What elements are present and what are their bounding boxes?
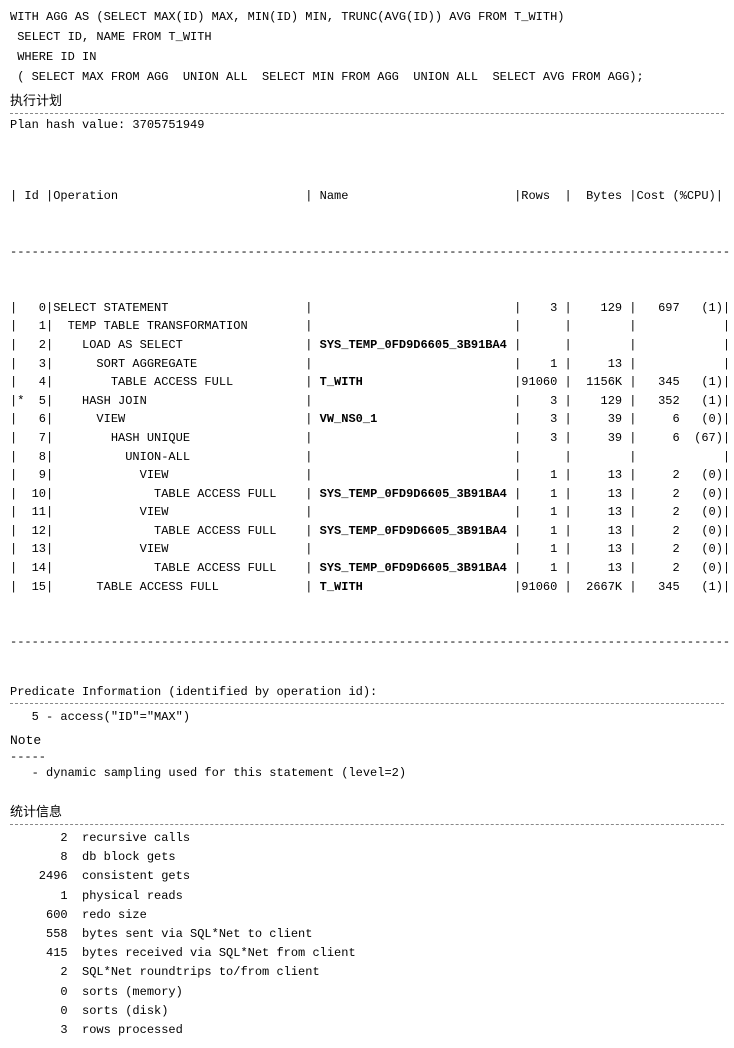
sql-code: WITH AGG AS (SELECT MAX(ID) MAX, MIN(ID)… [10,8,724,86]
table-row: | 7| HASH UNIQUE | | 3 | 39 | 6 (67)| [10,429,724,448]
table-row: | 10| TABLE ACCESS FULL | SYS_TEMP_0FD9D… [10,485,724,504]
divider-3 [10,824,724,825]
predicate-content: 5 - access("ID"="MAX") [10,708,724,727]
list-item: 2 SQL*Net roundtrips to/from client [10,963,724,982]
table-row: | 9| VIEW | | 1 | 13 | 2 (0)| [10,466,724,485]
table-row: | 4| TABLE ACCESS FULL | T_WITH |91060 |… [10,373,724,392]
list-item: 600 redo size [10,906,724,925]
table-row: | 6| VIEW | VW_NS0_1 | 3 | 39 | 6 (0)| [10,410,724,429]
plan-sep-bottom: ----------------------------------------… [10,633,724,652]
list-item: 8 db block gets [10,848,724,867]
note-content: - dynamic sampling used for this stateme… [10,764,724,783]
sql-line1: WITH AGG AS (SELECT MAX(ID) MAX, MIN(ID)… [10,8,724,26]
stats-items: 2 recursive calls 8 db block gets 2496 c… [10,829,724,1040]
list-item: 0 sorts (disk) [10,1002,724,1021]
note-dashes: ----- [10,750,724,764]
table-row: |* 5| HASH JOIN | | 3 | 129 | 352 (1)| [10,392,724,411]
table-row: | 0|SELECT STATEMENT | | 3 | 129 | 697 (… [10,299,724,318]
table-row: | 3| SORT AGGREGATE | | 1 | 13 | | [10,355,724,374]
plan-header: | Id |Operation | Name |Rows | Bytes |Co… [10,187,724,206]
table-row: | 2| LOAD AS SELECT | SYS_TEMP_0FD9D6605… [10,336,724,355]
plan-hash: Plan hash value: 3705751949 [10,118,724,132]
list-item: 1 physical reads [10,887,724,906]
list-item: 0 sorts (memory) [10,983,724,1002]
plan-sep-top: ----------------------------------------… [10,243,724,262]
table-row: | 8| UNION-ALL | | | | | [10,448,724,467]
list-item: 415 bytes received via SQL*Net from clie… [10,944,724,963]
table-row: | 15| TABLE ACCESS FULL | T_WITH |91060 … [10,578,724,597]
list-item: 558 bytes sent via SQL*Net to client [10,925,724,944]
table-row: | 13| VIEW | | 1 | 13 | 2 (0)| [10,540,724,559]
predicate-title: Predicate Information (identified by ope… [10,685,724,699]
list-item: 3 rows processed [10,1021,724,1040]
table-row: | 1| TEMP TABLE TRANSFORMATION | | | | | [10,317,724,336]
list-item: 2496 consistent gets [10,867,724,886]
sql-line2: SELECT ID, NAME FROM T_WITH [10,28,724,46]
sql-line3: WHERE ID IN [10,48,724,66]
table-row: | 11| VIEW | | 1 | 13 | 2 (0)| [10,503,724,522]
note-title: Note [10,733,724,748]
sql-line4: ( SELECT MAX FROM AGG UNION ALL SELECT M… [10,68,724,86]
divider-1 [10,113,724,114]
exec-title: 执行计划 [10,90,724,109]
list-item: 2 recursive calls [10,829,724,848]
table-row: | 14| TABLE ACCESS FULL | SYS_TEMP_0FD9D… [10,559,724,578]
plan-table: | Id |Operation | Name |Rows | Bytes |Co… [10,150,724,671]
stats-title: 统计信息 [10,801,724,820]
divider-2 [10,703,724,704]
table-row: | 12| TABLE ACCESS FULL | SYS_TEMP_0FD9D… [10,522,724,541]
plan-rows: | 0|SELECT STATEMENT | | 3 | 129 | 697 (… [10,299,724,597]
